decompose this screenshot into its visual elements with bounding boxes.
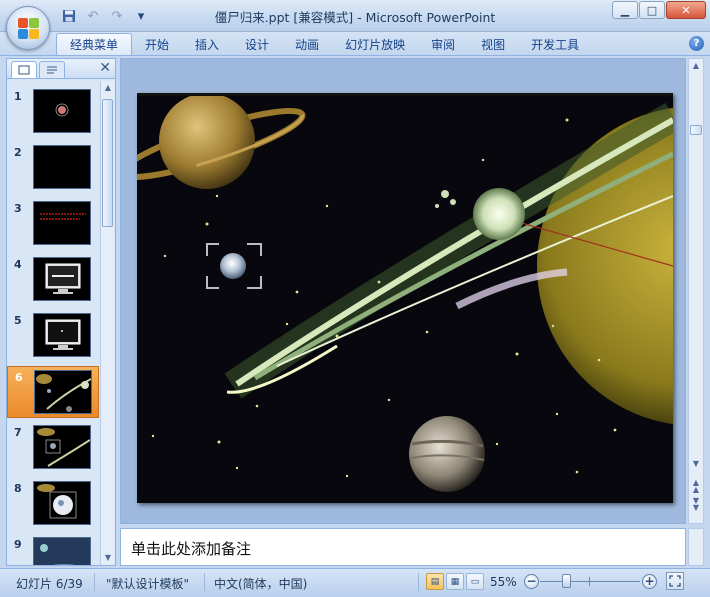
notes-placeholder[interactable]: 单击此处添加备注: [131, 538, 251, 559]
title-bar: ↶ ↷ ▾ 僵尸归来.ppt [兼容模式] - Microsoft PowerP…: [0, 0, 710, 32]
close-icon[interactable]: ✕: [666, 1, 706, 19]
theme-name: "默认设计模板": [106, 577, 190, 591]
thumbnail-image: [33, 537, 91, 565]
office-button[interactable]: [6, 6, 50, 50]
tab-insert[interactable]: 插入: [182, 33, 232, 55]
zoom-slider-handle[interactable]: [562, 574, 571, 588]
scroll-up-icon[interactable]: ▲: [102, 81, 114, 95]
space-scene-image: [137, 96, 673, 492]
tab-animations[interactable]: 动画: [282, 33, 332, 55]
normal-view-icon[interactable]: ▤: [426, 573, 444, 590]
slide-thumbnail[interactable]: 7: [7, 422, 99, 474]
scroll-up-icon[interactable]: ▲: [690, 61, 702, 70]
next-slide-icon[interactable]: ▼ ▼: [690, 497, 702, 512]
slide-canvas[interactable]: [137, 93, 673, 503]
ribbon: 经典菜单 开始 插入 设计 动画 幻灯片放映 审阅 视图 开发工具 ?: [0, 32, 710, 56]
office-logo-icon: [18, 18, 40, 40]
slides-panel: ✕ 1 2 3 4 5 6 7 8 9 ▲ ▼: [6, 58, 116, 566]
slide-thumbnail[interactable]: 3: [7, 198, 99, 250]
thumbnail-image: [33, 257, 91, 301]
slide-sorter-view-icon[interactable]: ▦: [446, 573, 464, 590]
slide-thumbnail[interactable]: 9: [7, 534, 99, 565]
slide-number: 6: [15, 371, 23, 384]
zoom-in-icon[interactable]: +: [642, 574, 657, 589]
scroll-thumb[interactable]: [102, 99, 113, 227]
tab-view[interactable]: 视图: [468, 33, 518, 55]
slide-editor: [120, 58, 686, 524]
outline-tab-icon[interactable]: [39, 61, 65, 78]
slide-number: 9: [14, 538, 22, 551]
tab-review[interactable]: 审阅: [418, 33, 468, 55]
editor-scrollbar[interactable]: ▲ ▼ ▲ ▲ ▼ ▼: [688, 58, 704, 524]
scroll-down-icon[interactable]: ▼: [690, 459, 702, 468]
fit-to-window-icon[interactable]: [666, 572, 684, 590]
slide-thumbnail[interactable]: 2: [7, 142, 99, 194]
thumbnail-image: [33, 145, 91, 189]
thumbnail-image: [33, 201, 91, 245]
ribbon-tabs: 经典菜单 开始 插入 设计 动画 幻灯片放映 审阅 视图 开发工具: [56, 33, 592, 55]
zoom-slider-track[interactable]: [540, 581, 640, 582]
slide-number: 8: [14, 482, 22, 495]
zoom-out-icon[interactable]: −: [524, 574, 539, 589]
slide-number: 7: [14, 426, 22, 439]
thumbnail-image: [33, 313, 91, 357]
thumbnail-image: [34, 370, 92, 414]
previous-slide-icon[interactable]: ▲ ▲: [690, 479, 702, 494]
tab-design[interactable]: 设计: [232, 33, 282, 55]
slide-number: 5: [14, 314, 22, 327]
slide-number: 3: [14, 202, 22, 215]
help-icon[interactable]: ?: [689, 36, 704, 51]
scroll-down-icon[interactable]: ▼: [102, 551, 114, 565]
slide-show-view-icon[interactable]: ▭: [466, 573, 484, 590]
zoom-level[interactable]: 55%: [490, 575, 517, 589]
slide-thumbnail-selected[interactable]: 6: [7, 366, 99, 418]
tab-developer[interactable]: 开发工具: [518, 33, 592, 55]
scroll-thumb[interactable]: [690, 125, 702, 135]
slide-thumbnail[interactable]: 4: [7, 254, 99, 306]
notes-scrollbar[interactable]: [688, 528, 704, 566]
zoom-slider-midpoint: [589, 577, 590, 586]
divider: [204, 573, 205, 591]
slide-thumbnail[interactable]: 5: [7, 310, 99, 362]
slides-tab-icon[interactable]: [11, 61, 37, 78]
slide-number: 4: [14, 258, 22, 271]
slide-number: 2: [14, 146, 22, 159]
window-title: 僵尸归来.ppt [兼容模式] - Microsoft PowerPoint: [214, 10, 496, 25]
status-bar: 幻灯片 6/39 "默认设计模板" 中文(简体，中国) ▤ ▦ ▭ 55% − …: [0, 568, 710, 597]
divider: [418, 573, 419, 591]
slide-thumbnails: 1 2 3 4 5 6 7 8 9: [7, 81, 101, 565]
thumbnail-image: [33, 481, 91, 525]
maximize-icon[interactable]: □: [639, 1, 665, 19]
thumbnail-image: [33, 89, 91, 133]
slide-thumbnail[interactable]: 8: [7, 478, 99, 530]
window-controls: ▁ □ ✕: [612, 1, 706, 19]
minimize-icon[interactable]: ▁: [612, 1, 638, 19]
panel-scrollbar[interactable]: ▲ ▼: [100, 81, 114, 565]
slide-counter: 幻灯片 6/39: [16, 577, 83, 591]
slide-thumbnail[interactable]: 1: [7, 86, 99, 138]
tab-classic-menu[interactable]: 经典菜单: [56, 33, 133, 55]
slide-number: 1: [14, 90, 22, 103]
notes-pane[interactable]: 单击此处添加备注: [120, 528, 686, 566]
divider: [94, 573, 95, 591]
language-indicator[interactable]: 中文(简体，中国): [214, 575, 307, 592]
panel-tabs: ✕: [7, 59, 115, 79]
panel-close-icon[interactable]: ✕: [99, 60, 111, 76]
thumbnail-image: [33, 425, 91, 469]
tab-slide-show[interactable]: 幻灯片放映: [332, 33, 418, 55]
tab-home[interactable]: 开始: [132, 33, 182, 55]
